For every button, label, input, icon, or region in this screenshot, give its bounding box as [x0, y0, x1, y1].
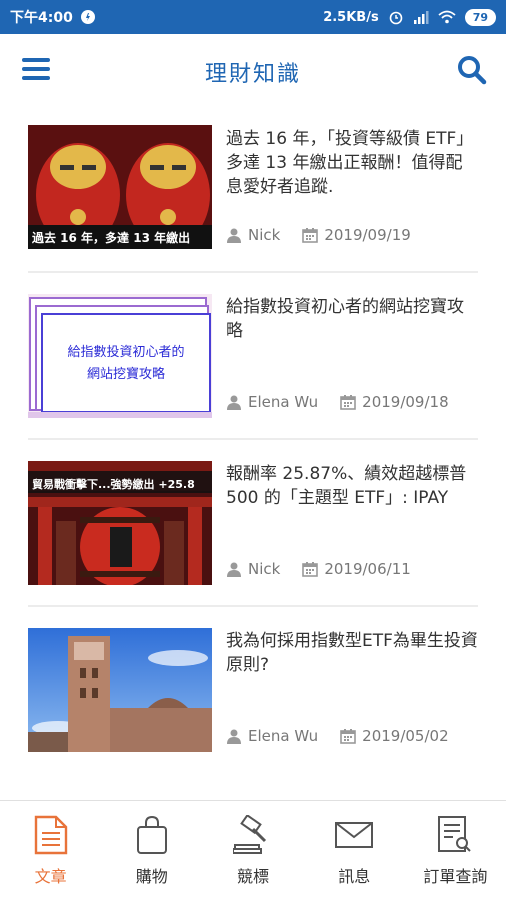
article-author: Nick: [226, 226, 280, 244]
article-thumbnail: 過去 16 年，多達 13 年繳出: [28, 125, 212, 249]
date-text: 2019/09/19: [324, 226, 411, 244]
document-icon: [34, 815, 67, 855]
user-icon: [227, 562, 241, 577]
author-name: Elena Wu: [248, 727, 319, 745]
article-item[interactable]: 過去 16 年，多達 13 年繳出 過去 16 年，「投資等級債 ETF」多達 …: [28, 106, 478, 273]
article-thumbnail: 給指數投資初心者的 網站挖寶攻略: [28, 294, 212, 418]
search-icon[interactable]: [456, 54, 488, 86]
tab-label: 購物: [135, 867, 168, 886]
article-meta: Elena Wu 2019/05/02: [226, 727, 449, 745]
tab-orders[interactable]: 訂單查詢: [405, 801, 506, 900]
status-time: 下午4:00: [10, 10, 73, 26]
calendar-icon: [302, 562, 319, 577]
article-date: 2019/05/02: [340, 727, 449, 745]
date-text: 2019/09/18: [362, 393, 449, 411]
gavel-icon: [233, 815, 267, 854]
article-author: Elena Wu: [226, 393, 318, 411]
user-icon: [227, 395, 241, 410]
status-left: 下午4:00: [10, 7, 95, 27]
tab-label: 訂單查詢: [423, 867, 488, 886]
article-author: Nick: [226, 560, 280, 578]
article-date: 2019/06/11: [302, 560, 411, 578]
calendar-icon: [302, 228, 319, 243]
article-item[interactable]: 貿易戰衝擊下...強勢繳出 +25.8 報酬率 25.87%、績效超越標普 50…: [28, 440, 478, 607]
thumbnail-caption: 貿易戰衝擊下...強勢繳出 +25.8: [32, 477, 195, 491]
thumbnail-caption: 過去 16 年，多達 13 年繳出: [31, 230, 190, 245]
tab-label: 文章: [34, 867, 67, 886]
user-icon: [227, 729, 241, 744]
date-text: 2019/06/11: [324, 560, 411, 578]
article-item[interactable]: 給指數投資初心者的 網站挖寶攻略 給指數投資初心者的網站挖寶攻略 Elena W…: [28, 273, 478, 440]
app-header: 理財知識: [0, 34, 506, 106]
alarm-icon: [389, 11, 402, 25]
date-text: 2019/05/02: [362, 727, 449, 745]
shield-notification-icon: [80, 10, 95, 24]
tab-shopping[interactable]: 購物: [101, 801, 202, 900]
thumbnail-caption-line2: 網站挖寶攻略: [87, 366, 165, 382]
status-bar: 下午4:00 2.5KB/s 79: [0, 0, 506, 34]
net-speed: 2.5KB/s: [323, 9, 379, 25]
tab-messages[interactable]: 訊息: [304, 801, 405, 900]
article-date: 2019/09/19: [302, 226, 411, 244]
article-thumbnail: [28, 628, 212, 752]
page-title: 理財知識: [204, 62, 301, 87]
calendar-icon: [340, 729, 356, 744]
author-name: Elena Wu: [248, 393, 319, 411]
article-meta: Elena Wu 2019/09/18: [226, 393, 449, 411]
bottom-tab-bar: 文章 購物 競標 訊息 訂單查詢: [0, 800, 506, 900]
status-right: 2.5KB/s 79: [323, 8, 496, 26]
order-search-icon: [438, 816, 472, 852]
author-name: Nick: [248, 560, 281, 578]
envelope-icon: [335, 822, 374, 848]
article-list: 過去 16 年，多達 13 年繳出 過去 16 年，「投資等級債 ETF」多達 …: [28, 106, 478, 774]
article-title: 過去 16 年，「投資等級債 ETF」多達 13 年繳出正報酬！值得配息愛好者追…: [226, 129, 474, 197]
shopping-bag-icon: [136, 815, 167, 854]
article-thumbnail: 貿易戰衝擊下...強勢繳出 +25.8: [28, 461, 212, 585]
tab-label: 競標: [237, 867, 270, 886]
tab-articles[interactable]: 文章: [0, 801, 101, 900]
wifi-icon: [438, 10, 456, 24]
calendar-icon: [340, 395, 356, 410]
article-meta: Nick 2019/09/19: [226, 226, 411, 244]
article-item[interactable]: 我為何採用指數型ETF為畢生投資原則? Elena Wu 2019/05/02: [28, 607, 478, 774]
article-title: 報酬率 25.87%、績效超越標普 500 的「主題型 ETF」: IPAY: [226, 464, 467, 508]
user-icon: [227, 228, 241, 243]
article-title: 我為何採用指數型ETF為畢生投資原則?: [226, 631, 478, 675]
article-author: Elena Wu: [226, 727, 318, 745]
article-meta: Nick 2019/06/11: [226, 560, 411, 578]
thumbnail-caption-line1: 給指數投資初心者的: [67, 344, 184, 360]
tab-auction[interactable]: 競標: [202, 801, 303, 900]
battery-indicator: 79: [464, 8, 496, 26]
signal-icon: [413, 11, 429, 24]
article-date: 2019/09/18: [340, 393, 449, 411]
tab-label: 訊息: [338, 867, 371, 886]
author-name: Nick: [248, 226, 281, 244]
article-title: 給指數投資初心者的網站挖寶攻略: [226, 297, 464, 341]
